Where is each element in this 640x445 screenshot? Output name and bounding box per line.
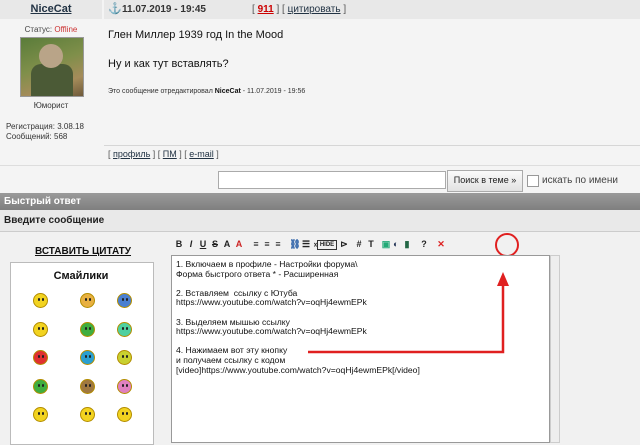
search-by-name-checkbox[interactable] [527, 175, 539, 187]
text-button[interactable]: T [363, 236, 379, 252]
help-button[interactable]: ? [416, 236, 432, 252]
profile-link[interactable]: профиль [113, 149, 150, 159]
post-footer-links: [ профиль ] [ ПМ ] [ e-mail ] [108, 149, 219, 159]
smiley-icon[interactable] [117, 350, 132, 365]
edit-note-user: NiceCat [214, 88, 241, 95]
smiley-icon[interactable] [80, 293, 95, 308]
post-text-line-2: Ну и как тут вставлять? [108, 58, 229, 70]
smiley-icon[interactable] [33, 379, 48, 394]
smiley-icon[interactable] [80, 322, 95, 337]
insert-quote-link[interactable]: ВСТАВИТЬ ЦИТАТУ [0, 246, 166, 257]
font-color-button[interactable]: A [231, 236, 247, 252]
pm-link[interactable]: ПМ [163, 149, 177, 159]
post-number-link[interactable]: 911 [258, 4, 274, 15]
smiley-icon[interactable] [117, 322, 132, 337]
post-header: ⚓ 11.07.2019 - 19:45 [ 911 ] [ цитироват… [104, 0, 640, 19]
close-button[interactable]: ✕ [433, 236, 449, 252]
post-date: 11.07.2019 - 19:45 [122, 4, 206, 15]
status-label: Статус: [24, 25, 53, 34]
code-button[interactable]: ⊳ [336, 236, 352, 252]
smiley-icon[interactable] [117, 293, 132, 308]
user-stats: Регистрация: 3.08.18 Сообщений: 568 [6, 122, 84, 142]
smileys-title: Смайлики [53, 270, 109, 282]
user-status: Статус: Offline [0, 25, 102, 34]
red-arrow [308, 272, 509, 354]
author-name-link[interactable]: NiceCat [0, 0, 102, 19]
hide-button[interactable]: HIDE [317, 240, 337, 250]
search-by-name-label: искать по имени [542, 175, 618, 186]
editor-toolbar: B I U S A A ≡ ≡ ≡ ⛓ ☰» HIDE ⊳ # T ▣ ◐ ▮? ✕ [171, 236, 551, 254]
smiley-icon[interactable] [33, 322, 48, 337]
post-text-line-1: Глен Миллер 1939 год In the Mood [108, 29, 284, 41]
smiley-icon[interactable] [33, 293, 48, 308]
smiley-icon[interactable] [80, 350, 95, 365]
smiley-icon[interactable] [117, 407, 132, 422]
post-actions: [ 911 ] [ цитировать ] [252, 4, 347, 15]
smiley-icon[interactable] [117, 379, 132, 394]
video-button-highlight [495, 233, 519, 257]
status-value: Offline [54, 25, 78, 34]
textarea-scrollbar[interactable] [550, 255, 560, 443]
smiley-icon[interactable] [80, 407, 95, 422]
email-link[interactable]: e-mail [189, 149, 214, 159]
anchor-icon[interactable]: ⚓ [108, 2, 122, 15]
enter-message-heading: Введите сообщение [0, 210, 640, 232]
smiley-icon[interactable] [33, 407, 48, 422]
search-input[interactable] [218, 171, 446, 189]
user-rank: Юморист [33, 101, 69, 110]
avatar [20, 37, 84, 97]
edit-note: Это сообщение отредактировал NiceCat - 1… [108, 88, 306, 95]
smiley-icon[interactable] [33, 350, 48, 365]
smiley-icon[interactable] [80, 379, 95, 394]
registration-date: Регистрация: 3.08.18 [6, 122, 84, 131]
search-in-topic-button[interactable]: Поиск в теме » [447, 170, 523, 192]
video-button[interactable]: ▮ [399, 236, 415, 252]
divider [104, 145, 640, 146]
quote-link[interactable]: цитировать [288, 4, 341, 15]
message-count: Сообщений: 568 [6, 132, 68, 141]
quick-reply-header: Быстрый ответ [0, 193, 640, 210]
align-right-button[interactable]: ≡ [270, 236, 286, 252]
